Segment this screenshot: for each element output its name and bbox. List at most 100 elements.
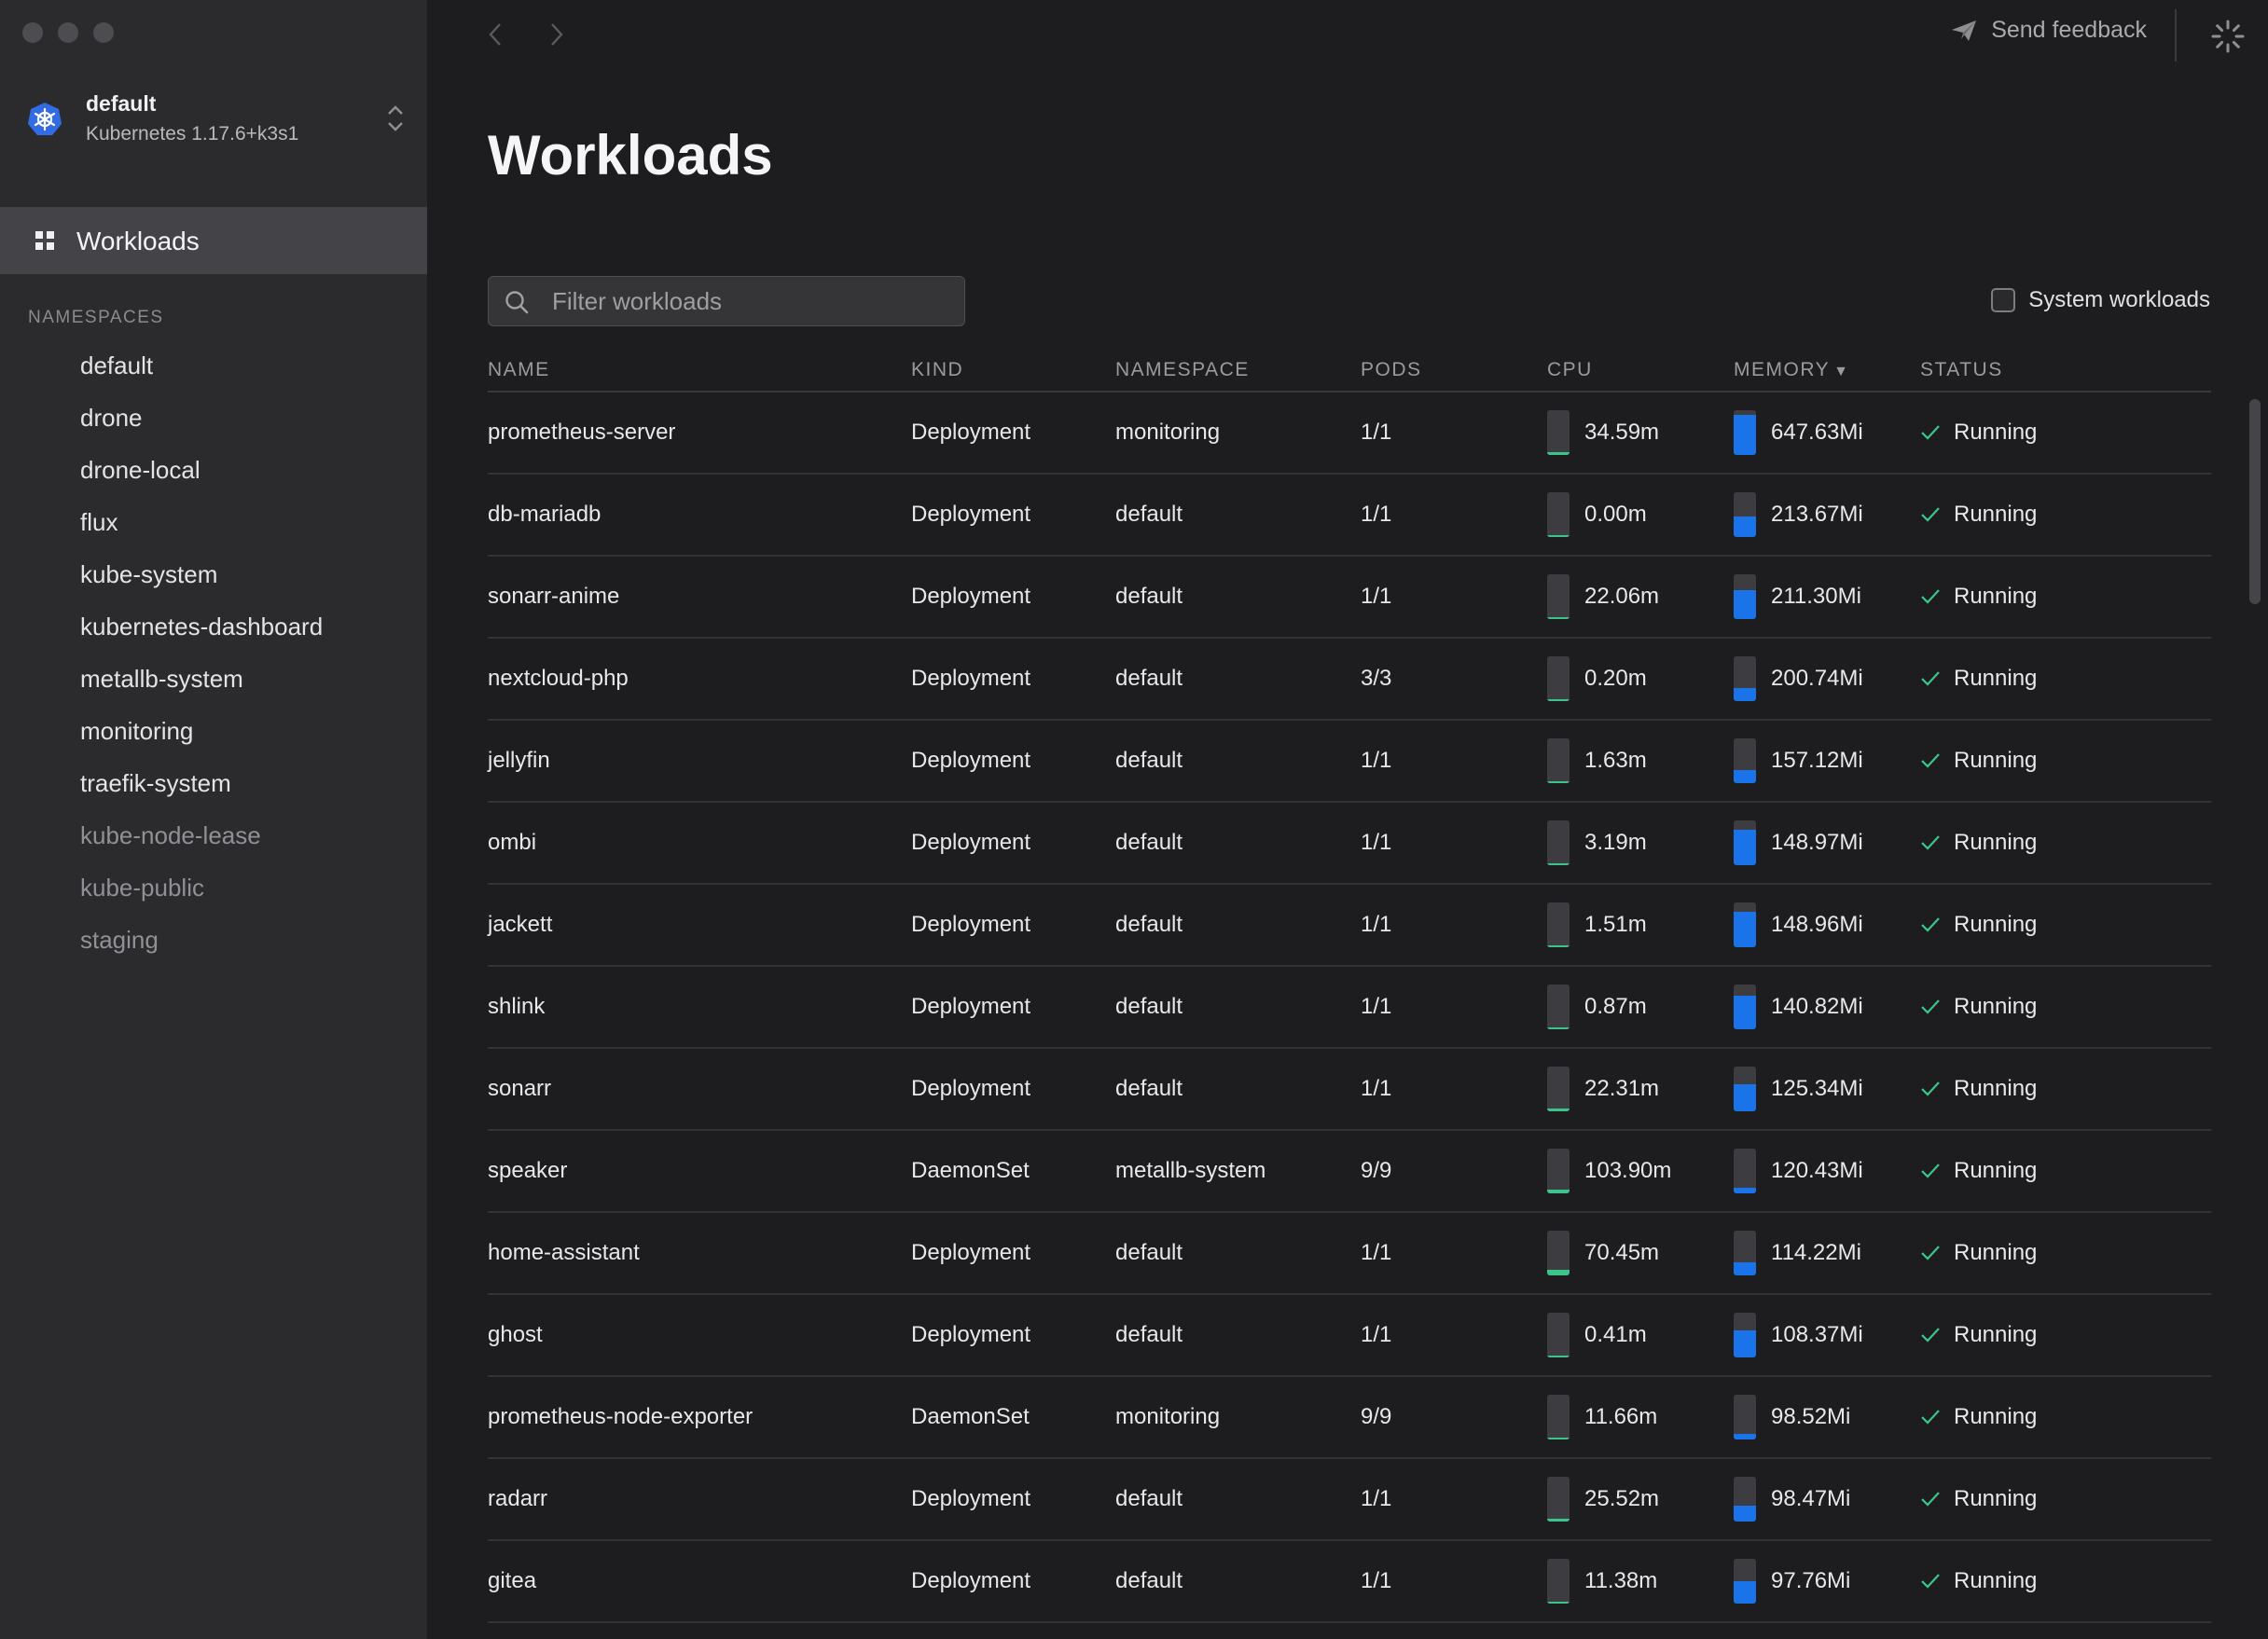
table-row[interactable]: sonarr Deployment default 1/1 22.31m 125.34Mi… [488, 1048, 2211, 1131]
workload-name: jellyfin [488, 720, 911, 803]
sidebar-item-workloads[interactable]: Workloads [0, 207, 427, 274]
namespace-item-staging[interactable]: staging [80, 921, 323, 973]
check-icon [1921, 1328, 1940, 1343]
column-header-kind[interactable]: KIND [911, 349, 1115, 393]
table-row[interactable]: ombi Deployment default 1/1 3.19m 148.97Mi Run… [488, 802, 2211, 885]
namespace-item-kube-system[interactable]: kube-system [80, 556, 323, 608]
namespace-item-traefik-system[interactable]: traefik-system [80, 764, 323, 817]
workload-name: speaker [488, 1130, 911, 1213]
workload-status-cell: Running [1920, 884, 2211, 967]
table-row[interactable]: prometheus-node-exporter DaemonSet monitor… [488, 1376, 2211, 1459]
table-row[interactable]: ghost Deployment default 1/1 0.41m 108.37Mi Ru… [488, 1294, 2211, 1377]
check-icon [1921, 1081, 1940, 1096]
table-row[interactable]: shlink Deployment default 1/1 0.87m 140.82Mi R… [488, 966, 2211, 1049]
back-arrow-icon[interactable] [483, 19, 507, 50]
workload-pods: 9/9 [1361, 1130, 1547, 1213]
column-header-pods[interactable]: PODS [1361, 349, 1547, 393]
table-row[interactable]: speaker DaemonSet metallb-system 9/9 103.90m… [488, 1130, 2211, 1213]
workload-cpu: 70.45m [1584, 1240, 1660, 1265]
column-header-name[interactable]: NAME [488, 349, 911, 393]
column-header-cpu[interactable]: CPU [1547, 349, 1734, 393]
workload-status: Running [1954, 912, 2038, 937]
check-icon [1921, 1246, 1940, 1260]
table-row[interactable]: prometheus-server Deployment monitoring 1/1… [488, 392, 2211, 475]
workload-memory-cell: 213.67Mi [1734, 474, 1920, 557]
workload-kind: Deployment [911, 1212, 1115, 1295]
workload-cpu: 3.19m [1584, 830, 1647, 855]
workload-name: prometheus-node-exporter [488, 1376, 911, 1459]
namespace-item-flux[interactable]: flux [80, 503, 323, 556]
system-workloads-checkbox[interactable] [1991, 288, 2016, 312]
kubernetes-logo-icon [28, 103, 62, 135]
workload-kind: DaemonSet [911, 1130, 1115, 1213]
send-feedback-button[interactable]: Send feedback [1950, 17, 2147, 44]
column-header-namespace[interactable]: NAMESPACE [1115, 349, 1361, 393]
namespace-item-kubernetes-dashboard[interactable]: kubernetes-dashboard [80, 608, 323, 660]
workload-status: Running [1954, 584, 2038, 609]
workload-cpu: 22.31m [1584, 1076, 1660, 1101]
namespace-item-drone[interactable]: drone [80, 399, 323, 451]
system-workloads-label: System workloads [2028, 287, 2210, 312]
table-row[interactable]: nextcloud-php Deployment default 3/3 0.20m 20… [488, 638, 2211, 721]
cpu-usage-meter [1547, 820, 1570, 865]
workload-status-cell: Running [1920, 1048, 2211, 1131]
workload-pods: 9/9 [1361, 1376, 1547, 1459]
workload-cpu-cell: 1.51m [1547, 884, 1734, 967]
column-header-status[interactable]: STATUS [1920, 349, 2211, 393]
workload-namespace: default [1115, 1212, 1361, 1295]
workload-memory: 148.97Mi [1771, 830, 1863, 855]
table-row[interactable]: gitea Deployment default 1/1 11.38m 97.76Mi Ru… [488, 1540, 2211, 1623]
cpu-usage-meter [1547, 1067, 1570, 1111]
minimize-window-button[interactable] [58, 22, 78, 43]
cpu-usage-fill [1547, 1438, 1570, 1439]
workload-namespace: default [1115, 556, 1361, 639]
scrollbar[interactable] [2249, 399, 2261, 604]
memory-usage-fill [1734, 414, 1756, 455]
namespace-item-default[interactable]: default [80, 347, 323, 399]
namespace-item-kube-node-lease[interactable]: kube-node-lease [80, 817, 323, 869]
cpu-usage-fill [1547, 1109, 1570, 1111]
cpu-usage-meter [1547, 985, 1570, 1029]
maximize-window-button[interactable] [93, 22, 114, 43]
workload-pods: 1/1 [1361, 556, 1547, 639]
workload-memory: 98.47Mi [1771, 1486, 1851, 1511]
memory-usage-meter [1734, 820, 1756, 865]
memory-usage-meter [1734, 985, 1756, 1029]
workload-pods: 1/1 [1361, 1048, 1547, 1131]
table-header-row: NAME KIND NAMESPACE PODS CPU MEMORY ▼ STA… [488, 349, 2211, 393]
workload-kind: Deployment [911, 802, 1115, 885]
workload-status-cell: Running [1920, 720, 2211, 803]
workload-cpu-cell: 0.20m [1547, 638, 1734, 721]
namespace-item-metallb-system[interactable]: metallb-system [80, 660, 323, 712]
system-workloads-toggle[interactable]: System workloads [1991, 287, 2210, 313]
table-row[interactable]: sonarr-anime Deployment default 1/1 22.06m 21… [488, 556, 2211, 639]
workload-memory: 213.67Mi [1771, 502, 1863, 527]
table-row[interactable]: home-assistant Deployment default 1/1 70.45m… [488, 1212, 2211, 1295]
workload-memory: 97.76Mi [1771, 1568, 1851, 1593]
close-window-button[interactable] [22, 22, 43, 43]
table-row[interactable]: jellyfin Deployment default 1/1 1.63m 157.12M… [488, 720, 2211, 803]
cluster-name: default [86, 91, 157, 116]
table-row[interactable]: radarr Deployment default 1/1 25.52m 98.47Mi R… [488, 1458, 2211, 1541]
workload-cpu-cell: 1.63m [1547, 720, 1734, 803]
cluster-switcher[interactable]: default Kubernetes 1.17.6+k3s1 [26, 90, 407, 149]
chevron-up-down-icon[interactable] [384, 103, 407, 134]
memory-usage-meter [1734, 902, 1756, 947]
workload-cpu: 0.00m [1584, 502, 1647, 527]
forward-arrow-icon[interactable] [545, 19, 569, 50]
workload-memory: 120.43Mi [1771, 1158, 1863, 1183]
filter-workloads-field[interactable] [488, 276, 965, 326]
namespace-item-drone-local[interactable]: drone-local [80, 451, 323, 503]
table-row[interactable]: db-mariadb Deployment default 1/1 0.00m 213.6… [488, 474, 2211, 557]
workload-namespace: default [1115, 1540, 1361, 1623]
table-row[interactable]: jackett Deployment default 1/1 1.51m 148.96Mi… [488, 884, 2211, 967]
workload-cpu-cell: 0.41m [1547, 1294, 1734, 1377]
column-header-memory[interactable]: MEMORY ▼ [1734, 349, 1920, 393]
workload-status: Running [1954, 1404, 2038, 1429]
page-title: Workloads [488, 124, 773, 186]
filter-workloads-input[interactable] [552, 277, 944, 325]
namespace-item-kube-public[interactable]: kube-public [80, 869, 323, 921]
namespace-item-monitoring[interactable]: monitoring [80, 712, 323, 764]
workload-memory: 114.22Mi [1771, 1240, 1861, 1265]
workload-cpu-cell: 22.31m [1547, 1048, 1734, 1131]
